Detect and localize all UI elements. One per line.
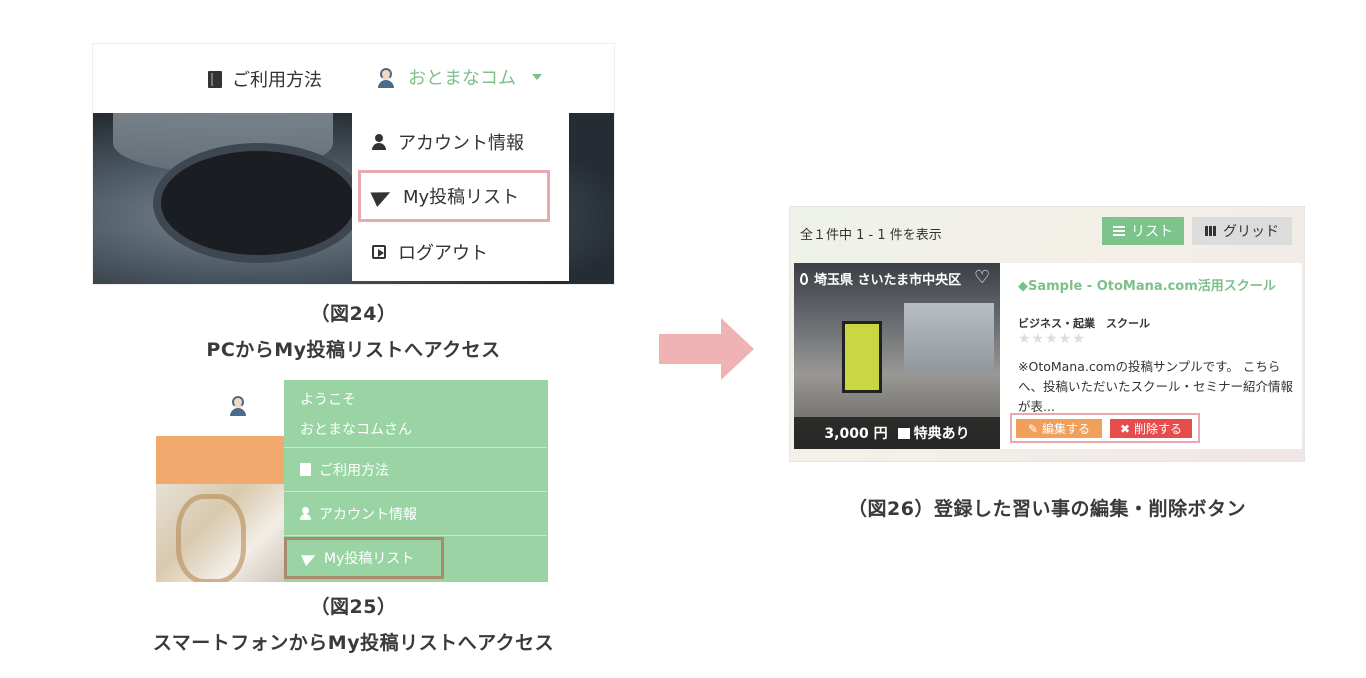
mobile-menu-my-posts[interactable]: My投稿リスト bbox=[284, 537, 444, 579]
list-icon bbox=[1113, 226, 1125, 236]
listing-description: ※OtoMana.comの投稿サンプルです。 こちらへ、投稿いただいたスクール・… bbox=[1018, 359, 1294, 414]
menu-item-account[interactable]: アカウント情報 bbox=[352, 115, 569, 169]
right-arrow-icon bbox=[659, 318, 754, 380]
avatar-icon bbox=[376, 66, 396, 88]
user-menu-toggle[interactable]: おとまなコム bbox=[376, 64, 542, 90]
mobile-menu-account[interactable]: アカウント情報 bbox=[284, 492, 547, 536]
figure-26-listing: 全１件中 1 - 1 件を表示 リスト グリッド 埼玉県 さいたま市中央区 ♡ … bbox=[789, 206, 1305, 462]
grid-view-button[interactable]: グリッド bbox=[1192, 217, 1292, 245]
paper-plane-icon bbox=[370, 184, 394, 208]
location: 埼玉県 さいたま市中央区 bbox=[800, 269, 961, 288]
mobile-menu-howto[interactable]: ご利用方法 bbox=[284, 448, 547, 492]
header-bar: ご利用方法 おとまなコム bbox=[93, 44, 614, 113]
caret-down-icon bbox=[532, 74, 542, 80]
mobile-header bbox=[156, 372, 284, 436]
price: 3,000 円 bbox=[824, 426, 888, 442]
menu-item-my-posts[interactable]: My投稿リスト bbox=[358, 170, 550, 222]
perk: 特典あり bbox=[897, 423, 970, 443]
caption-25-text: スマートフォンからMy投稿リストへアクセス bbox=[152, 632, 555, 654]
welcome-user: おとまなコムさん bbox=[300, 421, 412, 438]
menu-item-logout[interactable]: ログアウト bbox=[352, 225, 569, 279]
location-label: 埼玉県 さいたま市中央区 bbox=[814, 273, 962, 288]
logout-icon bbox=[372, 245, 386, 259]
avatar-icon bbox=[228, 394, 248, 416]
welcome-block: ようこそ おとまなコムさん bbox=[284, 380, 547, 448]
gift-icon bbox=[897, 428, 910, 439]
welcome-text: ようこそ bbox=[300, 391, 356, 408]
list-view-button[interactable]: リスト bbox=[1102, 217, 1184, 245]
menu-item-account-label: アカウント情報 bbox=[398, 133, 524, 154]
mobile-menu: ようこそ おとまなコムさん ご利用方法 アカウント情報 My投稿リスト bbox=[284, 380, 548, 582]
caption-25-number: （図25） bbox=[310, 596, 397, 618]
listing-title[interactable]: ◆Sample - OtoMana.com活用スクール bbox=[1018, 275, 1276, 294]
close-icon: ✖ bbox=[1119, 421, 1131, 436]
howto-label: ご利用方法 bbox=[232, 70, 322, 91]
edit-button[interactable]: ✎ 編集する bbox=[1016, 419, 1102, 438]
grid-icon bbox=[1205, 226, 1217, 236]
user-name: おとまなコム bbox=[408, 68, 516, 89]
figure-25-mobile-menu: ようこそ おとまなコムさん ご利用方法 アカウント情報 My投稿リスト bbox=[156, 372, 548, 582]
book-icon bbox=[300, 463, 311, 476]
delete-button[interactable]: ✖ 削除する bbox=[1110, 419, 1192, 438]
price-bar: 3,000 円 特典あり bbox=[794, 417, 1000, 449]
listing-photo[interactable]: 埼玉県 さいたま市中央区 ♡ 3,000 円 特典あり bbox=[794, 263, 1000, 449]
orange-band bbox=[156, 436, 284, 484]
pencil-icon: ✎ bbox=[1027, 421, 1039, 436]
listing-info: ◆Sample - OtoMana.com活用スクール ビジネス・起業 スクール… bbox=[1010, 263, 1298, 449]
user-icon bbox=[372, 134, 386, 150]
menu-item-logout-label: ログアウト bbox=[398, 243, 488, 264]
caption-24-number: （図24） bbox=[310, 303, 397, 325]
edit-label: 編集する bbox=[1042, 422, 1091, 436]
caption-26: （図26）登録した習い事の編集・削除ボタン bbox=[848, 498, 1246, 520]
mobile-photo bbox=[156, 484, 284, 582]
book-icon bbox=[208, 70, 222, 88]
user-icon bbox=[300, 507, 311, 520]
mobile-menu-howto-label: ご利用方法 bbox=[319, 462, 389, 479]
action-buttons: ✎ 編集する ✖ 削除する bbox=[1010, 413, 1200, 443]
delete-label: 削除する bbox=[1134, 422, 1183, 436]
rating-stars: ★★★★★ bbox=[1018, 331, 1086, 347]
menu-item-my-posts-label: My投稿リスト bbox=[403, 187, 520, 208]
mobile-menu-account-label: アカウント情報 bbox=[319, 506, 417, 523]
user-dropdown-menu: アカウント情報 My投稿リスト ログアウト bbox=[352, 113, 569, 281]
howto-link[interactable]: ご利用方法 bbox=[208, 66, 322, 92]
paper-plane-icon bbox=[301, 549, 318, 567]
result-count: 全１件中 1 - 1 件を表示 bbox=[800, 228, 942, 243]
listing-card: 埼玉県 さいたま市中央区 ♡ 3,000 円 特典あり ◆Sample - Ot… bbox=[794, 263, 1302, 449]
list-view-label: リスト bbox=[1131, 224, 1173, 240]
heart-icon[interactable]: ♡ bbox=[974, 269, 994, 287]
caption-24-text: PCからMy投稿リストへアクセス bbox=[206, 339, 501, 361]
figure-24-pc-menu: ご利用方法 おとまなコム アカウント情報 My投稿リスト ログアウト bbox=[92, 43, 615, 285]
mobile-menu-my-posts-label: My投稿リスト bbox=[324, 551, 415, 567]
listing-categories: ビジネス・起業 スクール bbox=[1018, 317, 1150, 330]
map-pin-icon bbox=[800, 272, 808, 285]
perk-label: 特典あり bbox=[913, 426, 970, 442]
grid-view-label: グリッド bbox=[1223, 224, 1279, 240]
